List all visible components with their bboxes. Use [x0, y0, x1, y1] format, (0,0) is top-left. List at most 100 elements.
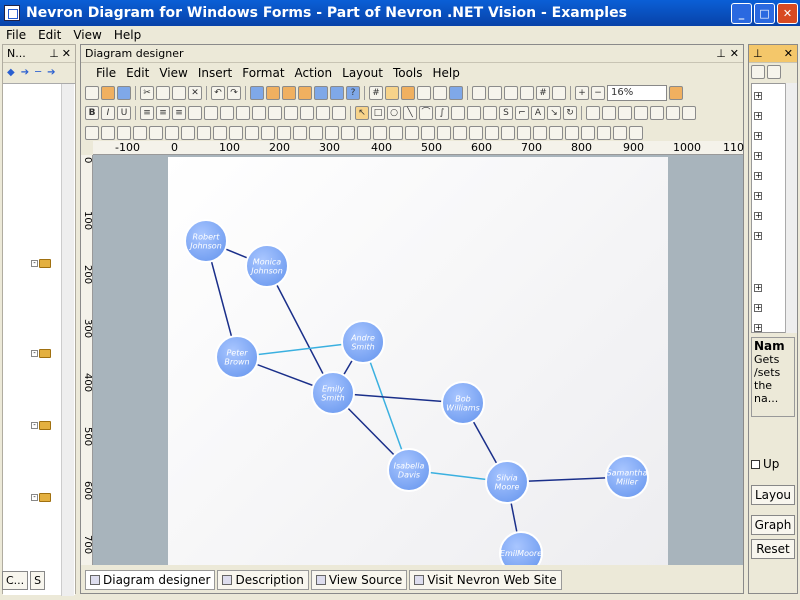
print-preview-icon[interactable] [282, 86, 296, 100]
layout-tool-33-icon[interactable] [597, 126, 611, 140]
pointer-tool-icon[interactable]: ↖ [355, 106, 369, 120]
designer-menu-action[interactable]: Action [290, 66, 338, 80]
zoom-combo[interactable]: 16% [607, 85, 667, 101]
pin-icon[interactable]: ⊥ [49, 47, 59, 60]
layout-tool-29-icon[interactable] [533, 126, 547, 140]
node-samantha[interactable]: SamanthaMiller [605, 455, 649, 499]
property-expander[interactable]: + [754, 132, 762, 140]
fit-page-icon[interactable] [669, 86, 683, 100]
page-icon[interactable] [488, 86, 502, 100]
magnifier-icon[interactable] [520, 86, 534, 100]
node-bob[interactable]: BobWilliams [441, 381, 485, 425]
maximize-button[interactable]: □ [754, 2, 775, 24]
layout-tool-1-icon[interactable] [85, 126, 99, 140]
property-expander[interactable]: + [754, 324, 762, 332]
close-panel-icon[interactable]: ✕ [62, 47, 71, 60]
view-icon[interactable] [449, 86, 463, 100]
shape-3d-icon[interactable] [634, 106, 648, 120]
node-monica[interactable]: MonicaJohnson [245, 244, 289, 288]
layout-tool-35-icon[interactable] [629, 126, 643, 140]
align-middle-icon[interactable] [204, 106, 218, 120]
tree-scrollbar[interactable] [61, 84, 74, 596]
designer-menu-tools[interactable]: Tools [388, 66, 428, 80]
layout-tool-24-icon[interactable] [453, 126, 467, 140]
layout-tool-34-icon[interactable] [613, 126, 627, 140]
cut-icon[interactable]: ✂ [140, 86, 154, 100]
layout-tool-31-icon[interactable] [565, 126, 579, 140]
layout-tool-21-icon[interactable] [405, 126, 419, 140]
page-setup-icon[interactable] [298, 86, 312, 100]
align-right-icon[interactable]: ≡ [172, 106, 186, 120]
shape-style-icon[interactable] [602, 106, 616, 120]
property-expander[interactable]: + [754, 304, 762, 312]
designer-menu-edit[interactable]: Edit [121, 66, 154, 80]
layout-icon[interactable] [552, 86, 566, 100]
shape-props-icon[interactable] [666, 106, 680, 120]
layout-tool-3-icon[interactable] [117, 126, 131, 140]
grid-size-icon[interactable]: # [536, 86, 550, 100]
line-tool-icon[interactable]: ╲ [403, 106, 417, 120]
expand-icon[interactable]: ➔ [47, 67, 55, 78]
save-icon[interactable] [117, 86, 131, 100]
property-expander[interactable]: + [754, 192, 762, 200]
node-emily[interactable]: EmilySmith [311, 371, 355, 415]
align-bottom-icon[interactable] [220, 106, 234, 120]
ellipse-tool-icon[interactable]: ○ [387, 106, 401, 120]
layout-tool-17-icon[interactable] [341, 126, 355, 140]
property-expander[interactable]: + [754, 152, 762, 160]
designer-menu-help[interactable]: Help [428, 66, 465, 80]
grid-icon[interactable]: # [369, 86, 383, 100]
menu-help[interactable]: Help [108, 28, 147, 42]
paste-icon[interactable] [172, 86, 186, 100]
align-center-icon[interactable]: ≡ [156, 106, 170, 120]
fill-color-icon[interactable] [252, 106, 266, 120]
menu-view[interactable]: View [67, 28, 107, 42]
line-color-icon[interactable] [268, 106, 282, 120]
alphabetical-icon[interactable] [767, 65, 781, 79]
layout-tool-32-icon[interactable] [581, 126, 595, 140]
layout-button[interactable]: Layou [751, 485, 795, 505]
shape-insert-icon[interactable] [586, 106, 600, 120]
designer-menu-view[interactable]: View [154, 66, 192, 80]
bring-front-icon[interactable] [316, 106, 330, 120]
layout-tool-19-icon[interactable] [373, 126, 387, 140]
minimize-button[interactable]: _ [731, 2, 752, 24]
layout-tool-12-icon[interactable] [261, 126, 275, 140]
designer-menu-file[interactable]: File [91, 66, 121, 80]
connector-tool-icon[interactable]: ⌐ [515, 106, 529, 120]
layout-tool-20-icon[interactable] [389, 126, 403, 140]
pan-icon[interactable] [433, 86, 447, 100]
layout-tool-8-icon[interactable] [197, 126, 211, 140]
layout-tool-13-icon[interactable] [277, 126, 291, 140]
curve-tool-icon[interactable]: ∫ [435, 106, 449, 120]
browser-icon[interactable] [330, 86, 344, 100]
categorized-icon[interactable] [751, 65, 765, 79]
layout-tool-2-icon[interactable] [101, 126, 115, 140]
graph-button[interactable]: Graph [751, 515, 795, 535]
node-andre[interactable]: AndreSmith [341, 320, 385, 364]
layout-tool-6-icon[interactable] [165, 126, 179, 140]
tree-expander[interactable]: - [31, 350, 38, 357]
node-silvia[interactable]: SilviaMoore [485, 460, 529, 504]
menu-file[interactable]: File [0, 28, 32, 42]
node-robert[interactable]: RobertJohnson [184, 219, 228, 263]
library-icon[interactable] [314, 86, 328, 100]
layout-tool-4-icon[interactable] [133, 126, 147, 140]
print-icon[interactable] [266, 86, 280, 100]
tab-visit-website[interactable]: Visit Nevron Web Site [409, 570, 562, 590]
layout-tool-16-icon[interactable] [325, 126, 339, 140]
close-button[interactable]: ✕ [777, 2, 798, 24]
reset-button[interactable]: Reset [751, 539, 795, 559]
shape-more-icon[interactable] [682, 106, 696, 120]
rulers-icon[interactable] [385, 86, 399, 100]
group-icon[interactable] [284, 106, 298, 120]
property-expander[interactable]: + [754, 172, 762, 180]
shape-effects-icon[interactable] [650, 106, 664, 120]
underline-icon[interactable]: U [117, 106, 131, 120]
designer-menu-layout[interactable]: Layout [337, 66, 388, 80]
arrow-tool-icon[interactable]: ↘ [547, 106, 561, 120]
layout-tool-10-icon[interactable] [229, 126, 243, 140]
layer-icon[interactable] [472, 86, 486, 100]
back-arrow-icon[interactable]: ◆ [7, 67, 15, 78]
polyline-tool-icon[interactable] [451, 106, 465, 120]
